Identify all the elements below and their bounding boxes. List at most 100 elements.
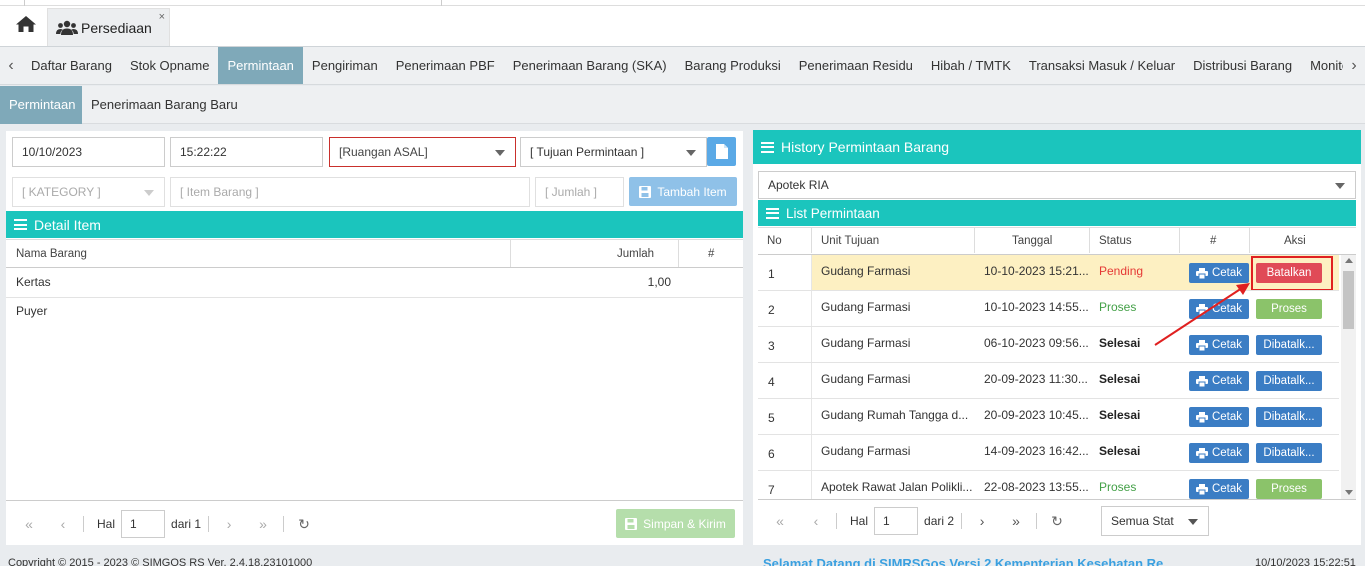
menu-item-penerimaan-barang-ska[interactable]: Penerimaan Barang (SKA): [504, 47, 676, 84]
aksi-button-blue[interactable]: Dibatalk...: [1256, 371, 1322, 391]
tambah-item-button[interactable]: Tambah Item: [629, 177, 737, 206]
home-icon: [16, 16, 36, 32]
row-tanggal: 10-10-2023 14:55...: [984, 300, 1089, 314]
home-button[interactable]: [8, 10, 44, 38]
last-page-icon[interactable]: »: [1003, 513, 1029, 529]
aksi-button-green[interactable]: Proses: [1256, 479, 1322, 499]
subtab-permintaan[interactable]: Permintaan: [0, 86, 82, 124]
row-status: Selesai: [1099, 444, 1141, 458]
main-menu: ‹ Daftar Barang Stok Opname Permintaan Peng…: [0, 47, 1365, 85]
refresh-icon[interactable]: ↻: [1044, 513, 1070, 530]
next-page-icon[interactable]: ›: [969, 513, 995, 529]
page-input[interactable]: 1: [874, 507, 919, 535]
detail-item-header: Detail Item: [6, 211, 743, 238]
highlight-box: [1251, 256, 1333, 291]
history-scrollbar[interactable]: [1341, 255, 1356, 499]
users-icon: [56, 20, 78, 35]
list-permintaan-header: List Permintaan: [758, 200, 1356, 226]
footer: Copyright © 2015 - 2023 © SIMGOS RS Ver.…: [0, 556, 1365, 566]
prev-page-icon[interactable]: ‹: [803, 513, 829, 529]
col-no: No: [767, 235, 782, 247]
aksi-button-green[interactable]: Proses: [1256, 299, 1322, 319]
row-status: Selesai: [1099, 408, 1141, 422]
menu-item-stok-opname[interactable]: Stok Opname: [121, 47, 219, 84]
row-tanggal: 14-09-2023 16:42...: [984, 444, 1089, 458]
menu-item-permintaan[interactable]: Permintaan: [218, 47, 303, 84]
col-tanggal: Tanggal: [1012, 235, 1053, 247]
col-status: Status: [1099, 235, 1132, 247]
aksi-button-blue[interactable]: Dibatalk...: [1256, 407, 1322, 427]
printer-icon: [1195, 447, 1208, 459]
category-value: [ KATEGORY ]: [22, 185, 101, 199]
row-tanggal: 10-10-2023 15:21...: [984, 264, 1089, 278]
col-unit-tujuan: Unit Tujuan: [821, 235, 880, 247]
menu-item-hibah-tmtk[interactable]: Hibah / TMTK: [922, 47, 1020, 84]
cetak-button[interactable]: Cetak: [1189, 479, 1249, 499]
first-page-icon[interactable]: «: [16, 516, 42, 532]
menu-item-penerimaan-pbf[interactable]: Penerimaan PBF: [387, 47, 504, 84]
table-row[interactable]: 7 Apotek Rawat Jalan Polikli... 22-08-2023…: [758, 471, 1339, 499]
row-no: 6: [768, 447, 775, 461]
row-unit-tujuan: Gudang Farmasi: [821, 300, 911, 314]
refresh-icon[interactable]: ↻: [291, 516, 317, 533]
tab-persediaan[interactable]: Persediaan ×: [47, 8, 170, 46]
table-row[interactable]: 5 Gudang Rumah Tangga d... 20-09-2023 10:4…: [758, 399, 1339, 435]
prev-page-icon[interactable]: ‹: [50, 516, 76, 532]
menu-item-transaksi-masuk-keluar[interactable]: Transaksi Masuk / Keluar: [1020, 47, 1184, 84]
time-input[interactable]: 15:22:22: [170, 137, 323, 167]
menu-item-daftar-barang[interactable]: Daftar Barang: [22, 47, 121, 84]
cetak-button[interactable]: Cetak: [1189, 443, 1249, 463]
chevron-down-icon: [1188, 519, 1198, 525]
table-row[interactable]: 6 Gudang Farmasi 14-09-2023 16:42... Selesa…: [758, 435, 1339, 471]
cetak-button[interactable]: Cetak: [1189, 407, 1249, 427]
page-input[interactable]: 1: [121, 510, 166, 538]
row-tanggal: 20-09-2023 11:30...: [984, 372, 1088, 386]
tujuan-permintaan-select[interactable]: [ Tujuan Permintaan ]: [520, 137, 707, 167]
item-barang-input[interactable]: [ Item Barang ]: [170, 177, 530, 207]
status-filter-select[interactable]: Semua Stat: [1101, 506, 1209, 536]
tambah-item-label: Tambah Item: [657, 184, 727, 199]
aksi-button-blue[interactable]: Dibatalk...: [1256, 335, 1322, 355]
simpan-kirim-button[interactable]: Simpan & Kirim: [616, 509, 735, 538]
detail-item-jumlah: 1,00: [647, 275, 671, 289]
category-select[interactable]: [ KATEGORY ]: [12, 177, 165, 207]
printer-icon: [1195, 267, 1208, 279]
menu-scroll-right-icon[interactable]: ›: [1343, 47, 1365, 84]
table-row[interactable]: 4 Gudang Farmasi 20-09-2023 11:30... Selesa…: [758, 363, 1339, 399]
menu-item-penerimaan-residu[interactable]: Penerimaan Residu: [790, 47, 922, 84]
col-nama-barang: Nama Barang: [16, 248, 87, 260]
apotek-select[interactable]: Apotek RIA: [758, 171, 1356, 199]
sub-menu: Permintaan Penerimaan Barang Baru: [0, 86, 1365, 124]
row-unit-tujuan: Gudang Farmasi: [821, 372, 911, 386]
row-status: Pending: [1099, 264, 1144, 278]
menu-scroll-left-icon[interactable]: ‹: [0, 47, 22, 84]
close-tab-icon[interactable]: ×: [159, 11, 165, 23]
subtab-penerimaan-barang-baru[interactable]: Penerimaan Barang Baru: [82, 86, 247, 124]
row-status: Proses: [1099, 300, 1137, 314]
col-jumlah: Jumlah: [617, 248, 655, 260]
row-status: Selesai: [1099, 336, 1141, 350]
next-page-icon[interactable]: ›: [216, 516, 242, 532]
last-page-icon[interactable]: »: [250, 516, 276, 532]
chevron-down-icon: [686, 150, 696, 156]
status-filter-value: Semua Stat: [1111, 514, 1174, 528]
row-no: 1: [768, 267, 775, 281]
menu-item-barang-produksi[interactable]: Barang Produksi: [676, 47, 790, 84]
cetak-button[interactable]: Cetak: [1189, 371, 1249, 391]
tab-label: Persediaan: [81, 19, 152, 36]
tab-bar: [0, 6, 1365, 47]
annotation-arrow: [1154, 283, 1250, 346]
printer-icon: [1195, 411, 1208, 423]
jumlah-input[interactable]: [ Jumlah ]: [535, 177, 624, 207]
ruangan-asal-select[interactable]: [Ruangan ASAL]: [329, 137, 516, 167]
chevron-down-icon: [1335, 183, 1345, 189]
menu-item-distribusi-barang[interactable]: Distribusi Barang: [1184, 47, 1301, 84]
history-header: History Permintaan Barang: [753, 130, 1361, 164]
date-input[interactable]: 10/10/2023: [12, 137, 165, 167]
first-page-icon[interactable]: «: [767, 513, 793, 529]
aksi-button-blue[interactable]: Dibatalk...: [1256, 443, 1322, 463]
menu-item-pengiriman[interactable]: Pengiriman: [303, 47, 387, 84]
new-document-button[interactable]: [707, 137, 736, 166]
hal-label: Hal: [850, 514, 869, 528]
apotek-value: Apotek RIA: [768, 178, 829, 192]
